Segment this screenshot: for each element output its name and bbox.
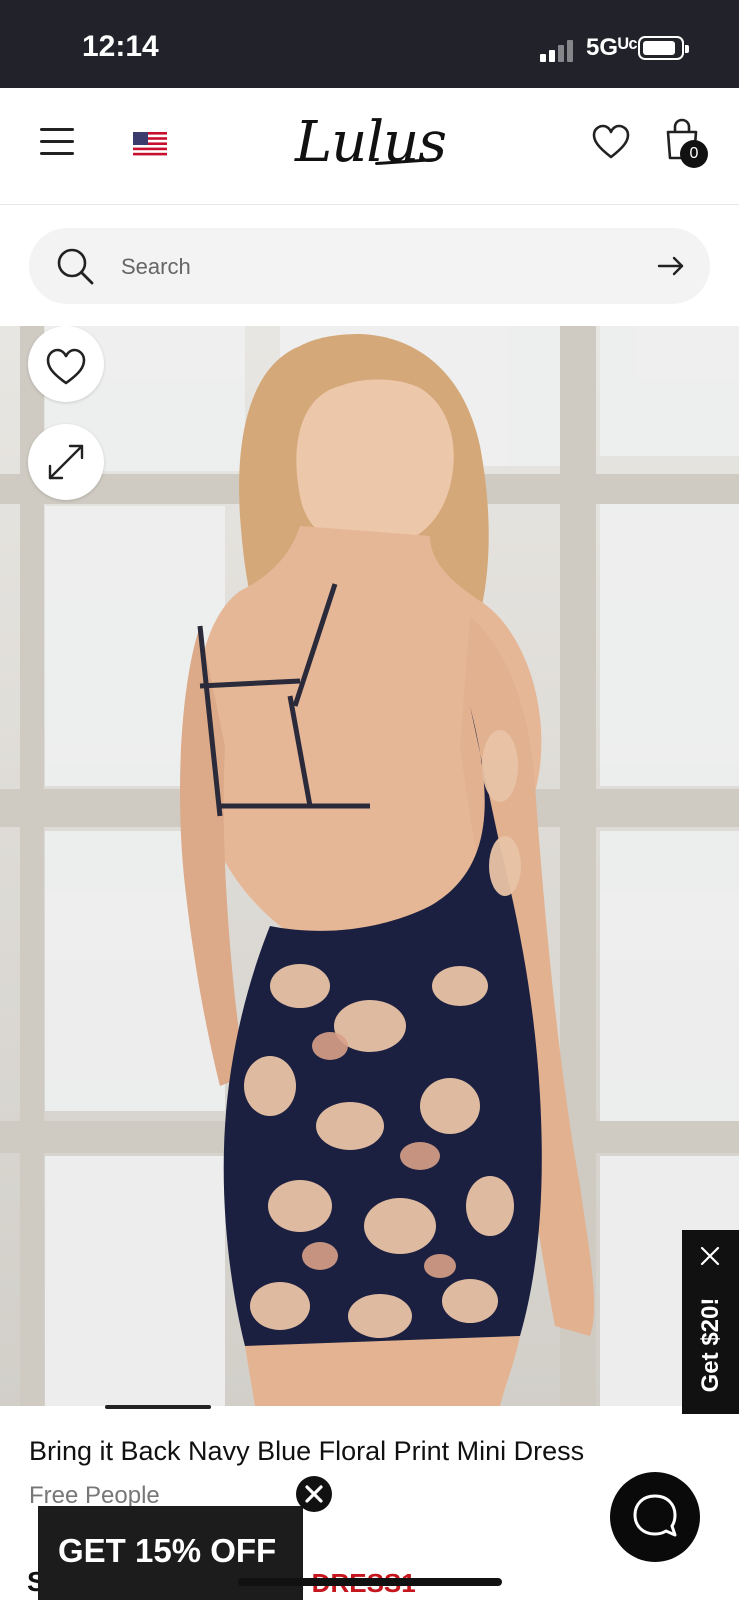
site-header: Lulus 0 [0,88,739,205]
cellular-signal-icon [540,38,576,62]
wishlist-heart-icon[interactable] [592,124,630,160]
product-image[interactable] [0,326,739,1406]
expand-image-button[interactable] [28,424,104,500]
status-bar: 12:14 5Gᵁᶜ [0,0,739,88]
get-20-label-wrapper[interactable]: Get $20! [682,1290,739,1400]
home-indicator [238,1578,502,1586]
carousel-indicator[interactable] [105,1405,211,1409]
chat-bubble-icon [633,1494,677,1537]
discount-popup-label[interactable]: GET 15% OFF [58,1532,276,1570]
hamburger-menu-icon[interactable] [40,128,74,156]
search-input[interactable] [119,242,623,292]
close-icon[interactable] [698,1244,722,1268]
lulus-logo[interactable]: Lulus [295,110,447,175]
chat-support-button[interactable] [610,1472,700,1562]
discount-popup-close-button[interactable] [296,1476,332,1512]
battery-icon [638,36,689,60]
product-title: Bring it Back Navy Blue Floral Print Min… [29,1436,585,1466]
get-20-label[interactable]: Get $20! [697,1298,725,1393]
heart-outline-icon [46,348,86,385]
close-icon [305,1485,323,1503]
get-20-promo-tab[interactable]: Get $20! [682,1230,739,1414]
united-states-flag-icon[interactable] [133,132,167,156]
search-bar[interactable] [29,228,710,304]
save-to-wishlist-button[interactable] [28,326,104,402]
search-icon[interactable] [55,246,95,286]
network-type: 5Gᵁᶜ [586,34,638,61]
expand-arrows-icon [48,444,84,480]
status-time: 12:14 [82,30,159,63]
arrow-right-icon[interactable] [655,250,687,282]
product-photo [0,326,739,1406]
cart-count-badge[interactable]: 0 [680,140,708,168]
